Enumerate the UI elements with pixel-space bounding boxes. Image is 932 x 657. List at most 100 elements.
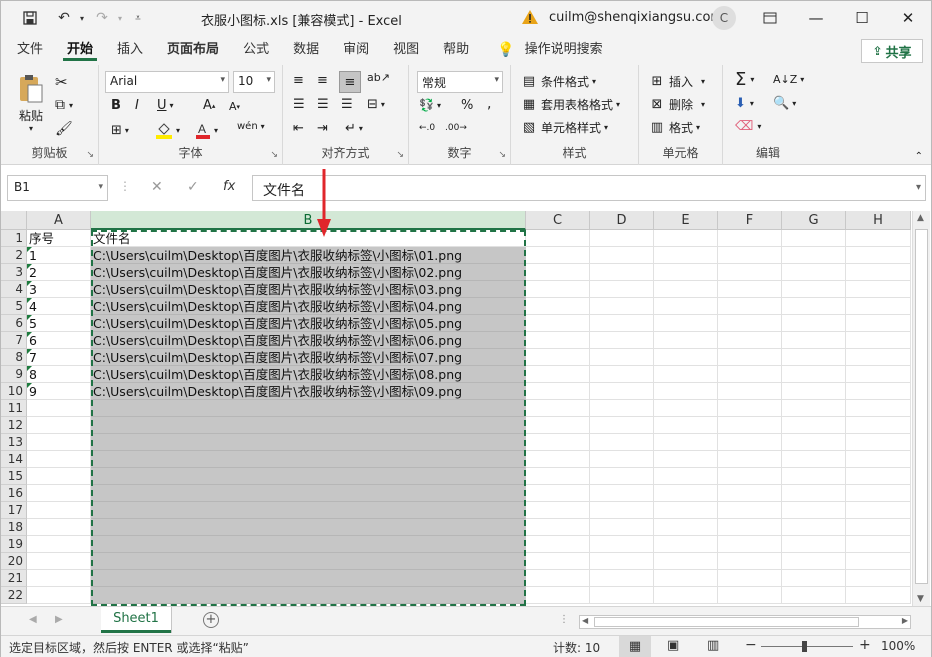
close-icon[interactable]: ✕ — [885, 1, 931, 35]
cell-g5[interactable] — [782, 298, 846, 315]
cell-d20[interactable] — [590, 553, 654, 570]
cell-c17[interactable] — [526, 502, 590, 519]
align-left-icon[interactable]: ☰ — [293, 97, 305, 112]
cell-h21[interactable] — [846, 570, 911, 587]
cell-c8[interactable] — [526, 349, 590, 366]
cell-h8[interactable] — [846, 349, 911, 366]
cell-b7[interactable]: C:\Users\cuilm\Desktop\百度图片\衣服收纳标签\小图标\0… — [91, 332, 526, 349]
cell-b6[interactable]: C:\Users\cuilm\Desktop\百度图片\衣服收纳标签\小图标\0… — [91, 315, 526, 332]
cell-d14[interactable] — [590, 451, 654, 468]
autosum-icon[interactable]: Σ ▾ — [735, 69, 754, 90]
cell-c9[interactable] — [526, 366, 590, 383]
cell-h9[interactable] — [846, 366, 911, 383]
cell-b13[interactable] — [91, 434, 526, 451]
row-header[interactable]: 7 — [1, 332, 27, 349]
row-header[interactable]: 18 — [1, 519, 27, 536]
cell-b17[interactable] — [91, 502, 526, 519]
increase-decimal-icon[interactable]: ←.0 — [419, 123, 435, 133]
row-header[interactable]: 2 — [1, 247, 27, 264]
cell-f3[interactable] — [718, 264, 782, 281]
number-launcher-icon[interactable]: ↘ — [498, 150, 506, 160]
cell-e13[interactable] — [654, 434, 718, 451]
cell-c5[interactable] — [526, 298, 590, 315]
tab-help[interactable]: 帮助 — [431, 35, 481, 65]
italic-button[interactable]: I — [135, 98, 139, 113]
cell-a13[interactable] — [27, 434, 91, 451]
normal-view-icon[interactable]: ▦ — [619, 636, 651, 657]
cell-e3[interactable] — [654, 264, 718, 281]
row-header[interactable]: 12 — [1, 417, 27, 434]
formula-input[interactable]: 文件名 ▾ — [252, 175, 926, 201]
cell-f16[interactable] — [718, 485, 782, 502]
row-header[interactable]: 19 — [1, 536, 27, 553]
cell-e21[interactable] — [654, 570, 718, 587]
sheet-tab[interactable]: Sheet1 — [101, 607, 171, 633]
zoom-out-icon[interactable]: − — [745, 637, 757, 653]
cell-b3[interactable]: C:\Users\cuilm\Desktop\百度图片\衣服收纳标签\小图标\0… — [91, 264, 526, 281]
worksheet-grid[interactable]: A B C D E F G H 1 序号 文件名 2 1 C:\Users\cuilm\Desktop\百… — [1, 211, 911, 606]
cell-h2[interactable] — [846, 247, 911, 264]
fill-color-icon[interactable]: ▾ — [155, 121, 180, 139]
cell-e17[interactable] — [654, 502, 718, 519]
tab-review[interactable]: 审阅 — [331, 35, 381, 65]
cell-a4[interactable]: 3 — [27, 281, 91, 298]
row-header[interactable]: 4 — [1, 281, 27, 298]
clear-icon[interactable]: ⌫ ▾ — [735, 119, 761, 134]
cell-e6[interactable] — [654, 315, 718, 332]
cut-icon[interactable]: ✂ — [55, 73, 68, 91]
cell-e2[interactable] — [654, 247, 718, 264]
cell-g18[interactable] — [782, 519, 846, 536]
column-header-d[interactable]: D — [590, 211, 654, 230]
row-header[interactable]: 20 — [1, 553, 27, 570]
cell-g13[interactable] — [782, 434, 846, 451]
cell-b18[interactable] — [91, 519, 526, 536]
tab-home[interactable]: 开始 — [55, 35, 105, 65]
cell-b15[interactable] — [91, 468, 526, 485]
tab-split-grip-icon[interactable]: ⋮ — [559, 614, 569, 625]
cell-c4[interactable] — [526, 281, 590, 298]
cell-a22[interactable] — [27, 587, 91, 604]
column-header-h[interactable]: H — [846, 211, 911, 230]
cell-d16[interactable] — [590, 485, 654, 502]
scroll-down-icon[interactable]: ▼ — [917, 594, 924, 604]
cell-c3[interactable] — [526, 264, 590, 281]
cell-f19[interactable] — [718, 536, 782, 553]
cell-d6[interactable] — [590, 315, 654, 332]
cell-f1[interactable] — [718, 230, 782, 247]
column-header-c[interactable]: C — [526, 211, 590, 230]
cell-d15[interactable] — [590, 468, 654, 485]
cell-a10[interactable]: 9 — [27, 383, 91, 400]
zoom-slider-thumb[interactable] — [802, 641, 807, 652]
cell-c15[interactable] — [526, 468, 590, 485]
cell-f8[interactable] — [718, 349, 782, 366]
cell-e10[interactable] — [654, 383, 718, 400]
row-header[interactable]: 14 — [1, 451, 27, 468]
alignment-launcher-icon[interactable]: ↘ — [396, 150, 404, 160]
tab-insert[interactable]: 插入 — [105, 35, 155, 65]
select-all-corner[interactable] — [1, 211, 27, 230]
collapse-ribbon-icon[interactable]: ⌃ — [915, 151, 923, 162]
cell-h5[interactable] — [846, 298, 911, 315]
cell-a12[interactable] — [27, 417, 91, 434]
row-header[interactable]: 8 — [1, 349, 27, 366]
cell-c1[interactable] — [526, 230, 590, 247]
cell-g12[interactable] — [782, 417, 846, 434]
cell-g7[interactable] — [782, 332, 846, 349]
cell-g1[interactable] — [782, 230, 846, 247]
sort-filter-icon[interactable]: A↓Z ▾ — [773, 73, 804, 86]
tab-file[interactable]: 文件 — [5, 35, 55, 65]
cell-h14[interactable] — [846, 451, 911, 468]
cell-h12[interactable] — [846, 417, 911, 434]
cell-d5[interactable] — [590, 298, 654, 315]
cell-g6[interactable] — [782, 315, 846, 332]
fill-icon[interactable]: ⬇ ▾ — [735, 96, 754, 111]
row-header[interactable]: 9 — [1, 366, 27, 383]
cell-b12[interactable] — [91, 417, 526, 434]
cell-f7[interactable] — [718, 332, 782, 349]
maximize-icon[interactable]: ☐ — [839, 1, 885, 35]
cell-g2[interactable] — [782, 247, 846, 264]
cell-c14[interactable] — [526, 451, 590, 468]
cell-f6[interactable] — [718, 315, 782, 332]
cell-b9[interactable]: C:\Users\cuilm\Desktop\百度图片\衣服收纳标签\小图标\0… — [91, 366, 526, 383]
cell-d21[interactable] — [590, 570, 654, 587]
